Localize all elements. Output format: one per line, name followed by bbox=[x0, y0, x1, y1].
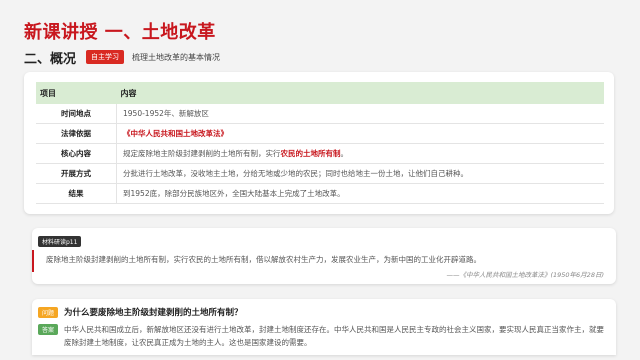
answer-text: 中华人民共和国成立后，新解放地区还没有进行土地改革，封建土地制度还存在。中华人民… bbox=[64, 325, 604, 347]
row-content: 《中华人民共和国土地改革法》 bbox=[116, 123, 604, 144]
row-content: 分批进行土地改革，没收地主土地，分给无地或少地的农民；同时也给地主一份土地，让他… bbox=[116, 163, 604, 184]
question-tag: 问题 bbox=[38, 307, 59, 318]
section-description: 梳理土地改革的基本情况 bbox=[132, 52, 221, 62]
slide-title: 新课讲授 一、土地改革 bbox=[24, 22, 216, 43]
self-study-badge: 自主学习 bbox=[86, 50, 125, 64]
header-item: 项目 bbox=[36, 82, 117, 104]
material-text: 废除地主阶级封建剥削的土地所有制，实行农民的土地所有制，借以解放农村生产力，发展… bbox=[46, 255, 481, 264]
material-tag: 材料研读p11 bbox=[38, 236, 82, 247]
material-source: ——《中华人民共和国土地改革法》(1950年6月28日) bbox=[446, 271, 604, 279]
table-row: 法律依据 《中华人民共和国土地改革法》 bbox=[36, 123, 604, 144]
row-content: 规定废除地主阶级封建剥削的土地所有制，实行农民的土地所有制。 bbox=[116, 143, 604, 164]
table-header-row: 项目 内容 bbox=[36, 82, 604, 104]
row-label: 结果 bbox=[36, 183, 117, 204]
row-label: 核心内容 bbox=[36, 143, 117, 164]
header-content: 内容 bbox=[116, 82, 604, 104]
accent-bar bbox=[32, 250, 34, 272]
overview-panel: 项目 内容 时间地点 1950-1952年、新解放区 法律依据 《中华人民共和国… bbox=[24, 72, 614, 214]
row-label: 开展方式 bbox=[36, 163, 117, 184]
row-label: 时间地点 bbox=[36, 104, 117, 124]
table-row: 开展方式 分批进行土地改革，没收地主土地，分给无地或少地的农民；同时也给地主一份… bbox=[36, 163, 604, 184]
row-label: 法律依据 bbox=[36, 123, 117, 144]
table-row: 核心内容 规定废除地主阶级封建剥削的土地所有制，实行农民的土地所有制。 bbox=[36, 143, 604, 164]
row-content: 1950-1952年、新解放区 bbox=[116, 104, 604, 124]
table-row: 结果 到1952底，除部分民族地区外，全国大陆基本上完成了土地改革。 bbox=[36, 183, 604, 204]
row-content: 到1952底，除部分民族地区外，全国大陆基本上完成了土地改革。 bbox=[116, 183, 604, 204]
section-header: 二、概况 自主学习 梳理土地改革的基本情况 bbox=[24, 48, 221, 67]
overview-table: 项目 内容 时间地点 1950-1952年、新解放区 法律依据 《中华人民共和国… bbox=[36, 82, 604, 204]
material-card: 材料研读p11 废除地主阶级封建剥削的土地所有制，实行农民的土地所有制，借以解放… bbox=[32, 228, 616, 284]
question-text: 为什么要废除地主阶级封建剥削的土地所有制？ bbox=[64, 308, 243, 318]
table-row: 时间地点 1950-1952年、新解放区 bbox=[36, 104, 604, 124]
qa-card: 问题 为什么要废除地主阶级封建剥削的土地所有制？ 答案 中华人民共和国成立后，新… bbox=[32, 299, 616, 355]
answer-tag: 答案 bbox=[38, 324, 59, 335]
section-title: 二、概况 bbox=[24, 51, 77, 67]
